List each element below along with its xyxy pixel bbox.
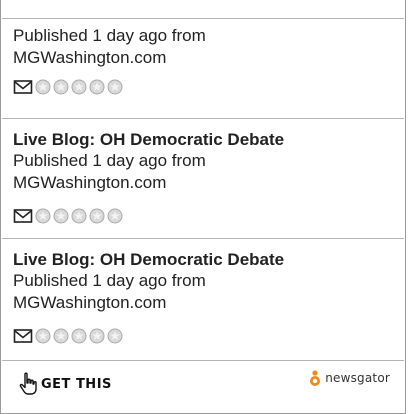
get-this-button[interactable]: GET THIS	[18, 372, 112, 396]
envelope-icon[interactable]	[13, 79, 33, 95]
star-icon[interactable]	[107, 79, 123, 95]
star-icon[interactable]	[53, 79, 69, 95]
hand-pointer-icon	[19, 372, 37, 395]
star-icon[interactable]	[53, 328, 69, 344]
widget-footer: GET THIS newsgator	[2, 360, 404, 413]
star-icon[interactable]	[71, 79, 87, 95]
star-icon[interactable]	[35, 208, 51, 224]
feed-widget: Published 1 day ago from MGWashington.co…	[0, 0, 406, 414]
star-icon[interactable]	[89, 79, 105, 95]
star-icon[interactable]	[71, 208, 87, 224]
newsgator-logo-icon	[310, 370, 321, 386]
star-icon[interactable]	[35, 328, 51, 344]
star-icon[interactable]	[89, 208, 105, 224]
feed-item: Live Blog: OH Democratic Debate Publishe…	[2, 118, 404, 239]
item-published-text: Published 1 day ago from	[13, 151, 206, 170]
newsgator-logo[interactable]: newsgator	[308, 369, 390, 387]
item-title-link[interactable]: Live Blog: OH Democratic Debate	[13, 250, 284, 270]
star-icon[interactable]	[89, 328, 105, 344]
feed-top-area	[2, 0, 404, 18]
star-icon[interactable]	[107, 208, 123, 224]
feed-item: Live Blog: OH Democratic Debate Publishe…	[2, 238, 404, 361]
star-icon[interactable]	[71, 328, 87, 344]
item-source-link[interactable]: MGWashington.com	[13, 47, 166, 69]
item-published-text: Published 1 day ago from	[13, 271, 206, 290]
star-icon[interactable]	[35, 79, 51, 95]
item-source-link[interactable]: MGWashington.com	[13, 292, 166, 314]
newsgator-brand-text: newsgator	[325, 371, 390, 385]
item-title-link[interactable]: Live Blog: OH Democratic Debate	[13, 130, 284, 150]
star-icon[interactable]	[53, 208, 69, 224]
item-published-text: Published 1 day ago from	[13, 26, 206, 45]
envelope-icon[interactable]	[13, 208, 33, 224]
item-actions	[13, 77, 123, 97]
star-icon[interactable]	[107, 328, 123, 344]
feed-item: Published 1 day ago from MGWashington.co…	[2, 18, 404, 119]
item-actions	[13, 326, 123, 346]
item-source-link[interactable]: MGWashington.com	[13, 172, 166, 194]
envelope-icon[interactable]	[13, 328, 33, 344]
get-this-label: GET THIS	[41, 376, 112, 392]
item-actions	[13, 206, 123, 226]
